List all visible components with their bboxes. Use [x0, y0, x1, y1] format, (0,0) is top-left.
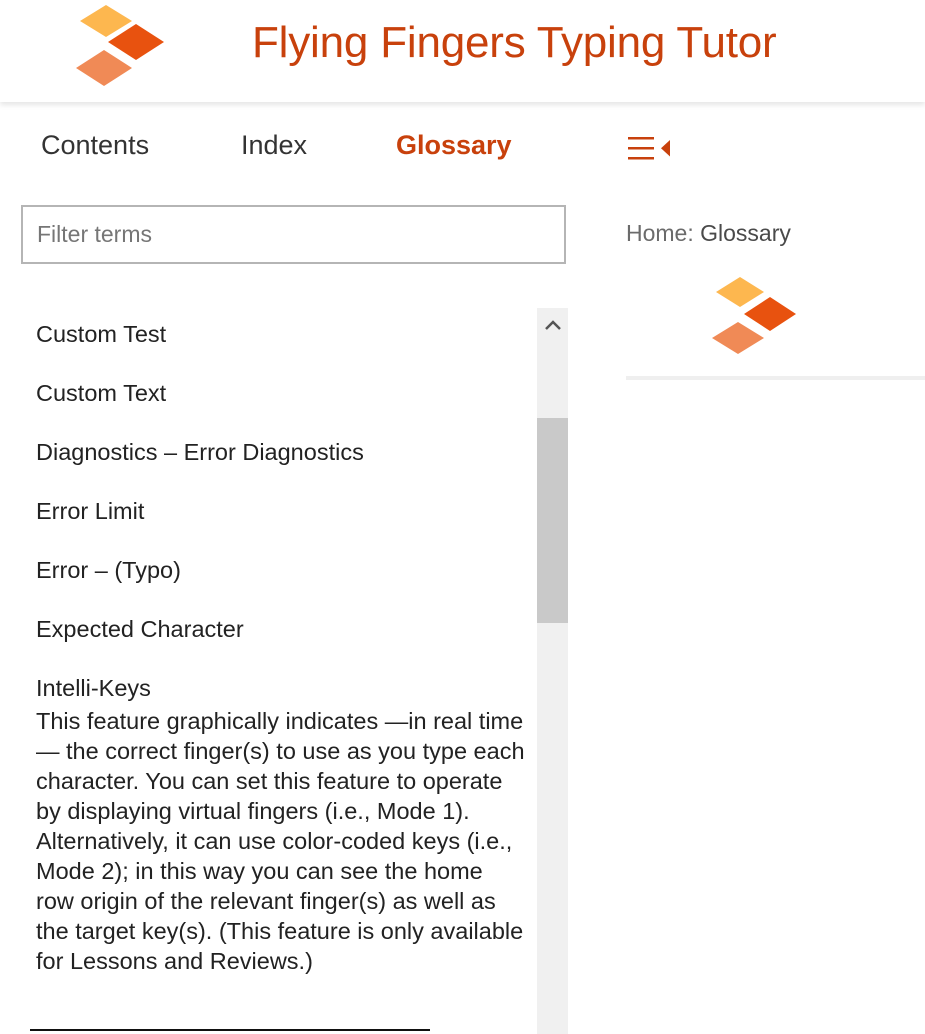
- app-title: Flying Fingers Typing Tutor: [252, 18, 777, 67]
- glossary-scrollbar[interactable]: [537, 308, 568, 1034]
- glossary-term-diagnostics[interactable]: Diagnostics – Error Diagnostics: [36, 439, 364, 466]
- app-header: Flying Fingers Typing Tutor: [0, 0, 925, 102]
- scroll-up-button[interactable]: [537, 308, 568, 342]
- tab-glossary[interactable]: Glossary: [396, 130, 512, 161]
- collapse-sidebar-icon[interactable]: [626, 133, 672, 165]
- glossary-definition-intelli-keys: This feature graphically indicates —in r…: [36, 708, 525, 974]
- breadcrumb-separator: :: [687, 220, 701, 246]
- glossary-term-custom-text[interactable]: Custom Text: [36, 380, 166, 407]
- breadcrumb-home-link[interactable]: Home: [626, 220, 687, 246]
- breadcrumb-current: Glossary: [700, 220, 791, 246]
- nav-tabs: Contents Index Glossary: [0, 120, 600, 176]
- tab-contents[interactable]: Contents: [41, 130, 149, 161]
- glossary-term-error-limit[interactable]: Error Limit: [36, 498, 144, 525]
- content-divider: [626, 376, 925, 380]
- logo-icon: [76, 5, 164, 86]
- glossary-term-expected-character[interactable]: Expected Character: [36, 616, 244, 643]
- glossary-term-intelli-keys[interactable]: Intelli-Keys: [36, 675, 151, 702]
- filter-terms-input[interactable]: [23, 207, 564, 262]
- scrollbar-thumb[interactable]: [537, 418, 568, 623]
- glossary-term-error-typo[interactable]: Error – (Typo): [36, 557, 181, 584]
- glossary-term-list: Custom Test Custom Text Diagnostics – Er…: [0, 305, 536, 1034]
- filter-terms-field: [21, 205, 566, 264]
- glossary-term-custom-test[interactable]: Custom Test: [36, 321, 166, 348]
- tab-index[interactable]: Index: [241, 130, 307, 161]
- chevron-up-icon: [544, 320, 561, 330]
- divider: [30, 1029, 430, 1031]
- logo-icon: [712, 277, 796, 354]
- breadcrumb: Home: Glossary: [626, 220, 791, 247]
